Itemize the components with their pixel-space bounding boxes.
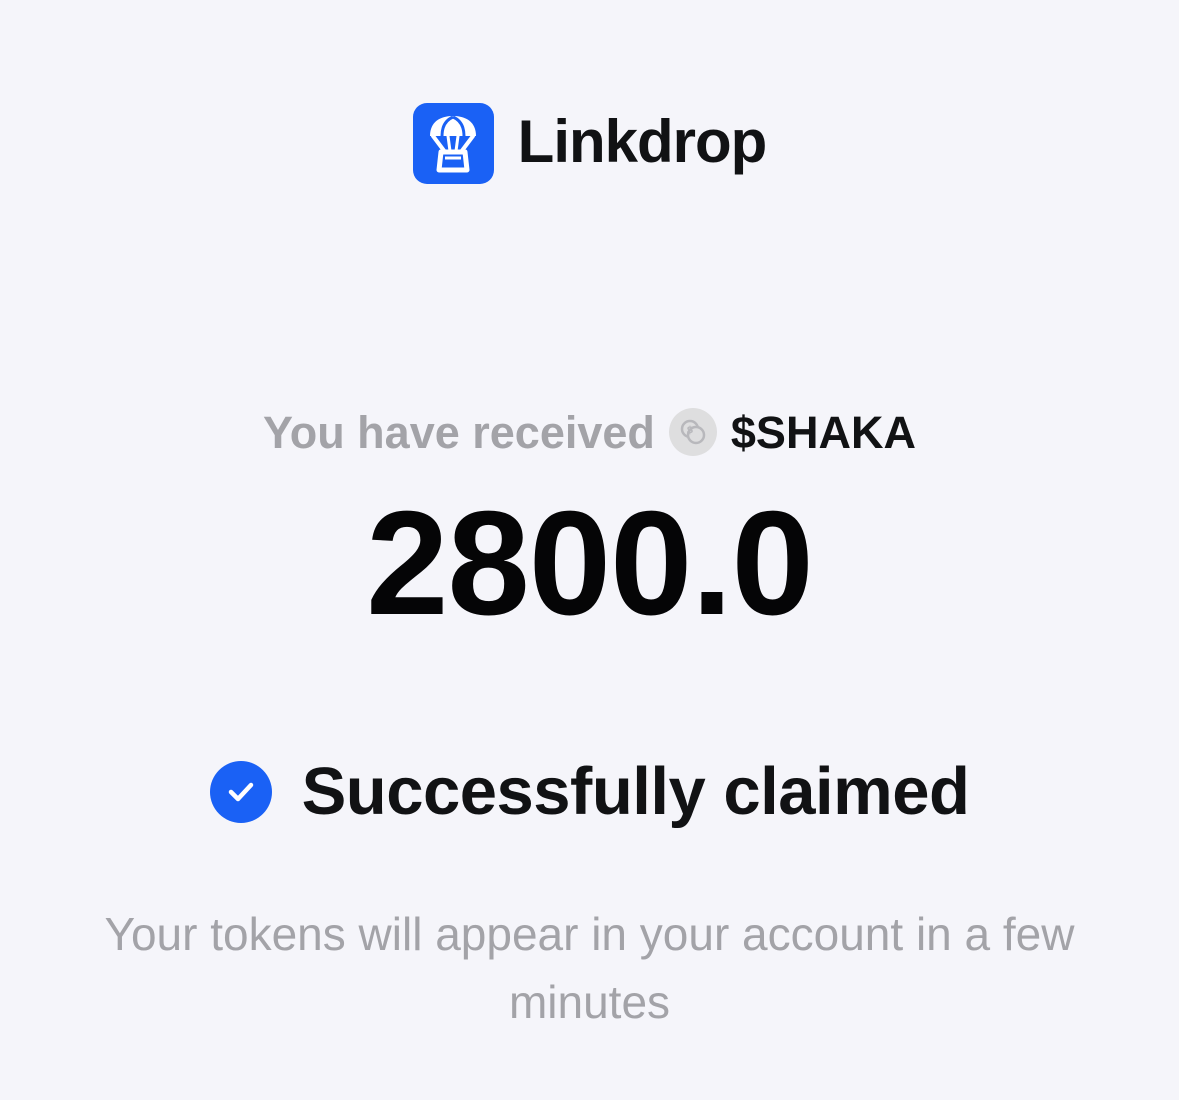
info-note: Your tokens will appear in your account …: [104, 908, 1075, 1028]
claim-amount: 2800.0: [366, 481, 814, 646]
received-label: You have received: [263, 406, 655, 458]
parachute-icon: [412, 103, 494, 184]
status-text: Successfully claimed: [301, 754, 970, 829]
coin-icon: $: [668, 408, 717, 456]
svg-text:$: $: [686, 425, 693, 436]
received-line: You have received $ $SHAKA: [0, 408, 1179, 456]
token-symbol: $SHAKA: [730, 406, 916, 458]
claim-status: Successfully claimed: [0, 758, 1179, 825]
checkmark-circle-icon: [209, 760, 272, 823]
brand-header: Linkdrop: [0, 103, 1179, 184]
brand-name: Linkdrop: [517, 107, 768, 175]
